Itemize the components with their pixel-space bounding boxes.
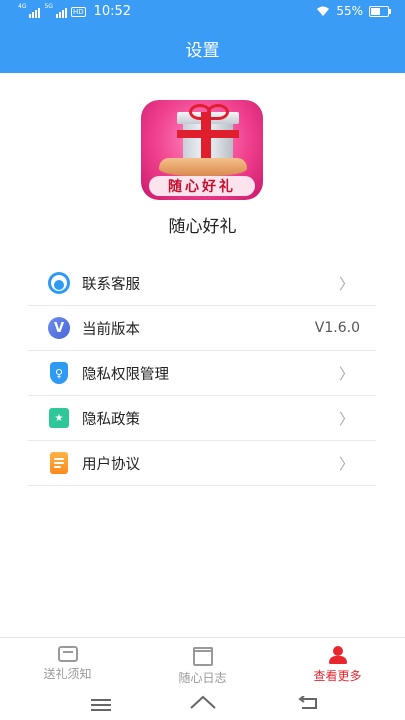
menu-item-privacy-policy[interactable]: ★ 隐私政策 〉 [28, 396, 376, 441]
app-name: 随心好礼 [168, 217, 237, 237]
gift-box-icon [192, 647, 213, 666]
settings-menu: 联系客服 〉 V 当前版本 V1.6.0 ♀ 隐私权限管理 〉 ★ 隐私政策 〉… [28, 261, 376, 486]
chevron-right-icon: 〉 [338, 409, 354, 428]
battery-percent: 55% [336, 4, 363, 18]
tab-more[interactable]: 查看更多 [270, 638, 405, 688]
page-title: 设置 [185, 41, 220, 61]
version-icon: V [48, 317, 70, 339]
bottom-tab-bar: 送礼须知 随心日志 查看更多 [0, 637, 405, 688]
tab-gift-notes[interactable]: 送礼须知 [0, 638, 135, 688]
menu-item-current-version[interactable]: V 当前版本 V1.6.0 [28, 306, 376, 351]
home-button-icon[interactable] [190, 694, 216, 710]
version-value: V1.6.0 [314, 320, 360, 336]
ribbon-graphic [177, 130, 239, 138]
tab-label: 送礼须知 [43, 667, 92, 681]
menu-item-label: 隐私权限管理 [82, 366, 169, 383]
title-bar: 设置 [0, 24, 405, 73]
policy-star-icon: ★ [48, 407, 70, 429]
menu-item-label: 用户协议 [82, 456, 140, 473]
battery-icon [369, 5, 391, 17]
menu-item-label: 当前版本 [82, 321, 140, 338]
agreement-document-icon [48, 452, 70, 474]
status-bar: 4G 5G HD 10:52 55% [0, 0, 405, 24]
signal-icon [55, 6, 67, 18]
battery-level [371, 7, 380, 15]
tab-label: 随心日志 [178, 671, 227, 685]
status-time: 10:52 [93, 4, 132, 19]
back-button-icon[interactable] [298, 696, 318, 710]
menu-item-contact-service[interactable]: 联系客服 〉 [28, 261, 376, 306]
menu-item-privacy-permissions[interactable]: ♀ 隐私权限管理 〉 [28, 351, 376, 396]
user-icon [328, 646, 348, 664]
status-left: 4G 5G HD 10:52 [18, 3, 132, 20]
tab-journal[interactable]: 随心日志 [135, 638, 270, 688]
customer-service-icon [48, 272, 70, 294]
hands-graphic [159, 158, 247, 176]
system-nav-bar [0, 688, 405, 720]
logo-text: 随心好礼 [168, 179, 236, 195]
menu-item-label: 联系客服 [82, 276, 140, 293]
network-type-1: 4G [18, 3, 27, 10]
logo-banner: 随心好礼 [149, 176, 255, 196]
menu-item-user-agreement[interactable]: 用户协议 〉 [28, 441, 376, 486]
tab-label: 查看更多 [313, 669, 362, 683]
home-icon [57, 646, 78, 662]
chevron-right-icon: 〉 [338, 364, 354, 383]
app-logo: 随心好礼 [141, 100, 263, 200]
privacy-shield-icon: ♀ [48, 362, 70, 384]
wifi-icon [317, 6, 330, 16]
status-right: 55% [316, 4, 391, 18]
chevron-right-icon: 〉 [338, 274, 354, 293]
signal-icon [29, 6, 41, 18]
menu-item-label: 隐私政策 [82, 411, 140, 428]
hd-badge: HD [70, 6, 86, 17]
network-type-2: 5G [44, 3, 53, 10]
bow-graphic [207, 104, 229, 120]
recent-apps-icon[interactable] [91, 699, 111, 711]
chevron-right-icon: 〉 [338, 454, 354, 473]
